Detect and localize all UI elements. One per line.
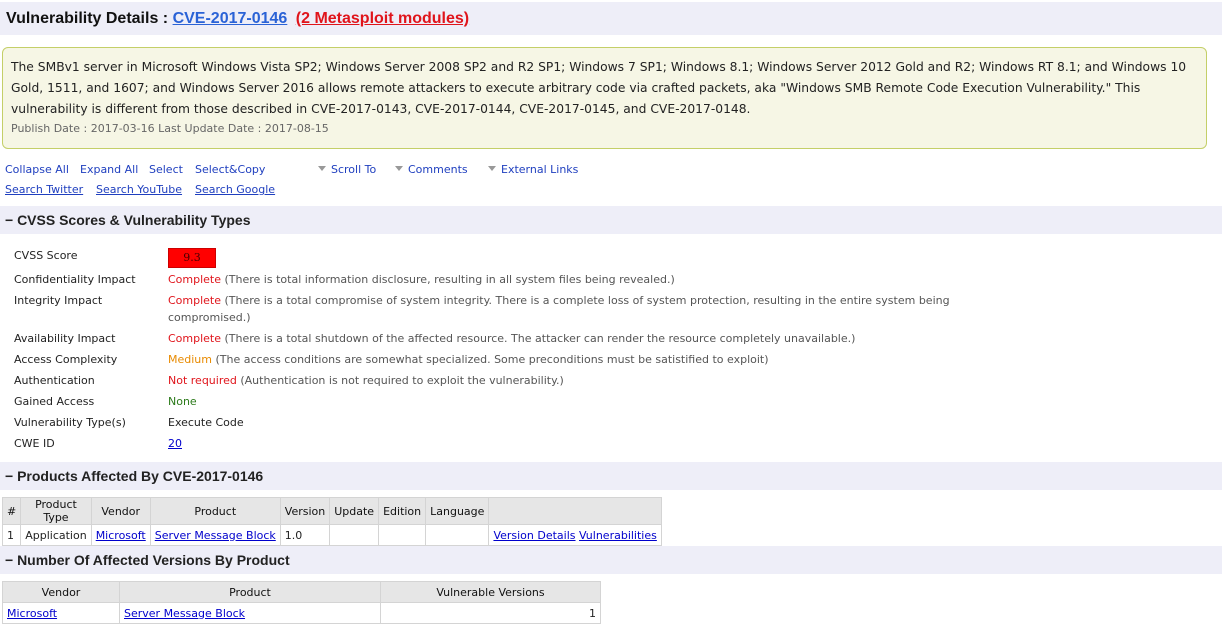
versions-header-row: Vendor Product Vulnerable Versions — [2, 581, 601, 603]
chevron-down-icon — [488, 166, 496, 171]
select-copy-link[interactable]: Select&Copy — [195, 163, 265, 176]
row-links-cell: Version Details Vulnerabilities — [488, 524, 662, 546]
authentication-value: Not required — [168, 374, 237, 387]
vulnerability-type-label: Vulnerability Type(s) — [14, 416, 126, 429]
comments-label: Comments — [408, 163, 468, 176]
version-details-link[interactable]: Version Details — [493, 529, 575, 542]
search-youtube-link[interactable]: Search YouTube — [96, 183, 182, 196]
page-header: Vulnerability Details : CVE-2017-0146 (2… — [0, 2, 1222, 35]
vulnerability-type-value: Execute Code — [168, 416, 244, 429]
vendor-cell: Microsoft — [2, 602, 120, 624]
col-language: Language — [425, 497, 490, 525]
col-vendor: Vendor — [2, 581, 120, 603]
search-google-link[interactable]: Search Google — [195, 183, 275, 196]
row-num: 1 — [1, 524, 22, 546]
table-row: Microsoft Server Message Block 1 — [2, 602, 601, 624]
access-complexity-value: Medium — [168, 353, 212, 366]
metasploit-modules-link[interactable]: (2 Metasploit modules) — [296, 10, 469, 27]
row-edition — [378, 524, 427, 546]
integrity-row: Complete (There is a total compromise of… — [168, 292, 968, 326]
comments-dropdown[interactable]: Comments — [395, 163, 468, 176]
confidentiality-label: Confidentiality Impact — [14, 273, 136, 286]
authentication-desc: (Authentication is not required to explo… — [236, 374, 564, 387]
col-vendor: Vendor — [90, 497, 151, 525]
col-vulnerable-versions: Vulnerable Versions — [380, 581, 601, 603]
cwe-id-cell: 20 — [168, 435, 182, 452]
cvss-score-label: CVSS Score — [14, 249, 78, 262]
col-update: Update — [329, 497, 380, 525]
access-complexity-label: Access Complexity — [14, 353, 118, 366]
page-title: Vulnerability Details : CVE-2017-0146 (2… — [6, 10, 469, 28]
products-section-header[interactable]: − Products Affected By CVE-2017-0146 — [0, 462, 1222, 490]
row-language — [425, 524, 490, 546]
vulnerabilities-link[interactable]: Vulnerabilities — [579, 529, 657, 542]
publish-update-dates: Publish Date : 2017-03-16 Last Update Da… — [11, 122, 329, 135]
col-num: # — [1, 497, 22, 525]
versions-section-header[interactable]: − Number Of Affected Versions By Product — [0, 546, 1222, 574]
col-links — [488, 497, 662, 525]
gained-access-value: None — [168, 395, 197, 408]
products-section-title: − Products Affected By CVE-2017-0146 — [5, 468, 264, 484]
authentication-row: Not required (Authentication is not requ… — [168, 372, 1068, 389]
vulnerability-summary: The SMBv1 server in Microsoft Windows Vi… — [2, 47, 1207, 149]
col-product: Product — [149, 497, 281, 525]
availability-value: Complete — [168, 332, 222, 345]
title-text: Vulnerability Details : — [6, 10, 173, 27]
expand-all-link[interactable]: Expand All — [80, 163, 138, 176]
summary-description: The SMBv1 server in Microsoft Windows Vi… — [11, 60, 1187, 116]
external-links-dropdown[interactable]: External Links — [488, 163, 578, 176]
products-table: # Product Type Vendor Product Version Up… — [1, 497, 662, 546]
scroll-to-label: Scroll To — [331, 163, 377, 176]
chevron-down-icon — [318, 166, 326, 171]
product-cell: Server Message Block — [119, 602, 381, 624]
row-product-type: Application — [20, 524, 92, 546]
integrity-label: Integrity Impact — [14, 294, 103, 307]
confidentiality-row: Complete (There is total information dis… — [168, 271, 968, 288]
versions-section-title: − Number Of Affected Versions By Product — [5, 552, 290, 568]
confidentiality-value: Complete — [168, 273, 222, 286]
select-link[interactable]: Select — [149, 163, 183, 176]
scroll-to-dropdown[interactable]: Scroll To — [318, 163, 376, 176]
col-product: Product — [119, 581, 381, 603]
cwe-id-link[interactable]: 20 — [168, 437, 182, 450]
product-link[interactable]: Server Message Block — [124, 607, 245, 620]
confidentiality-desc: (There is total information disclosure, … — [221, 273, 675, 286]
collapse-all-link[interactable]: Collapse All — [5, 163, 69, 176]
availability-desc: (There is a total shutdown of the affect… — [221, 332, 856, 345]
chevron-down-icon — [395, 166, 403, 171]
availability-row: Complete (There is a total shutdown of t… — [168, 330, 1068, 347]
vendor-link[interactable]: Microsoft — [7, 607, 57, 620]
access-complexity-row: Medium (The access conditions are somewh… — [168, 351, 1068, 368]
versions-table: Vendor Product Vulnerable Versions Micro… — [2, 581, 601, 624]
external-links-label: External Links — [501, 163, 579, 176]
product-link[interactable]: Server Message Block — [155, 529, 276, 542]
row-version: 1.0 — [279, 524, 331, 546]
row-vendor-cell: Microsoft — [90, 524, 151, 546]
integrity-desc: (There is a total compromise of system i… — [168, 294, 950, 324]
cvss-section-header[interactable]: − CVSS Scores & Vulnerability Types — [0, 206, 1222, 234]
authentication-label: Authentication — [14, 374, 95, 387]
vendor-link[interactable]: Microsoft — [96, 529, 146, 542]
row-update — [329, 524, 380, 546]
col-product-type: Product Type — [20, 497, 92, 525]
search-twitter-link[interactable]: Search Twitter — [5, 183, 83, 196]
table-row: 1 Application Microsoft Server Message B… — [1, 524, 662, 546]
products-header-row: # Product Type Vendor Product Version Up… — [1, 497, 662, 525]
col-edition: Edition — [378, 497, 427, 525]
cve-link[interactable]: CVE-2017-0146 — [173, 10, 288, 27]
cvss-score-badge: 9.3 — [168, 248, 216, 268]
integrity-value: Complete — [168, 294, 222, 307]
cwe-id-label: CWE ID — [14, 437, 55, 450]
access-complexity-desc: (The access conditions are somewhat spec… — [211, 353, 769, 366]
cvss-section-title: − CVSS Scores & Vulnerability Types — [5, 212, 251, 228]
vulnerable-versions-count: 1 — [380, 602, 601, 624]
gained-access-label: Gained Access — [14, 395, 95, 408]
availability-label: Availability Impact — [14, 332, 116, 345]
col-version: Version — [279, 497, 331, 525]
row-product-cell: Server Message Block — [149, 524, 281, 546]
